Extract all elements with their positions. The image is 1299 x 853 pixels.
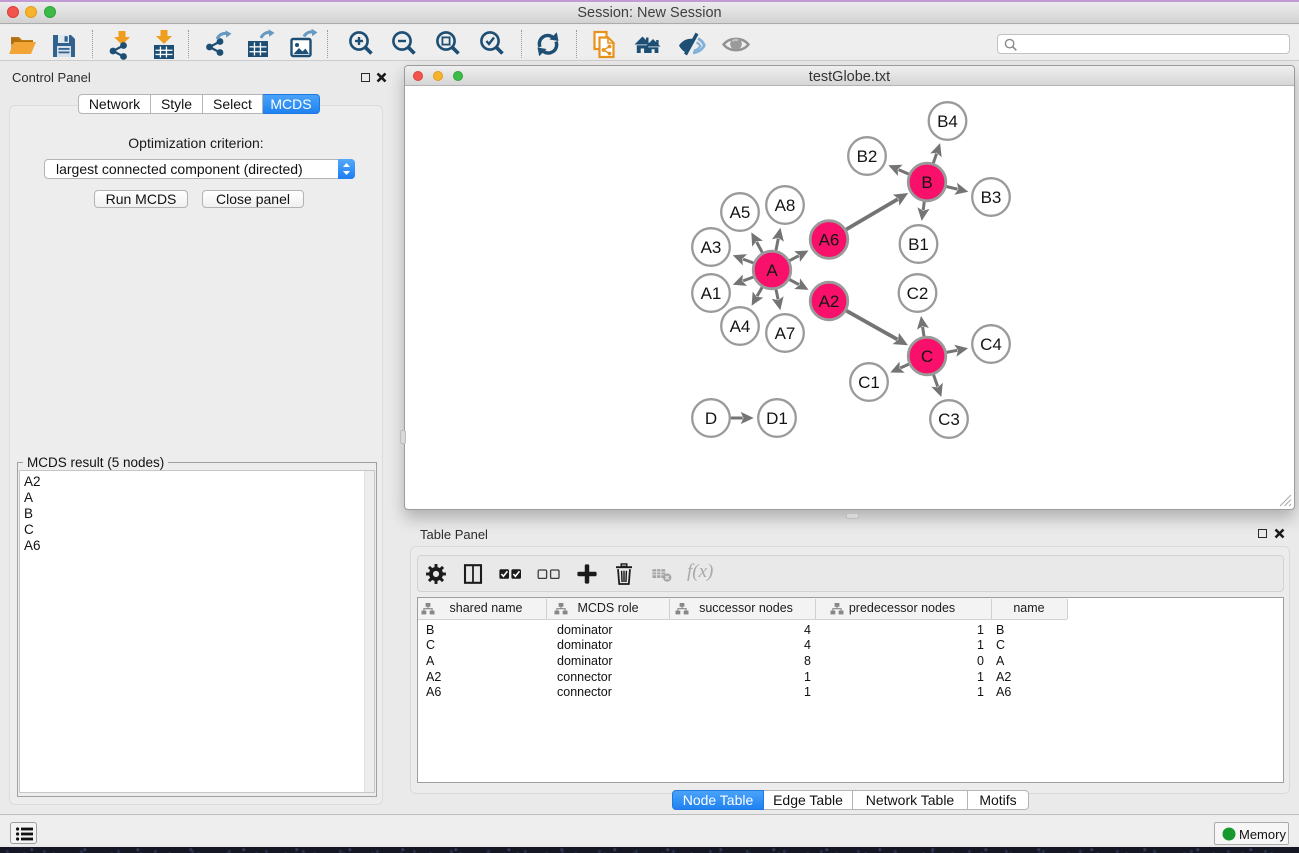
- svg-text:A7: A7: [775, 324, 796, 343]
- svg-text:A3: A3: [701, 238, 722, 257]
- svg-text:C3: C3: [938, 410, 960, 429]
- svg-text:A4: A4: [730, 317, 751, 336]
- svg-text:A2: A2: [819, 292, 840, 311]
- svg-text:A8: A8: [775, 196, 796, 215]
- svg-text:A: A: [766, 261, 778, 280]
- svg-text:C2: C2: [907, 284, 929, 303]
- svg-text:B: B: [921, 173, 932, 192]
- svg-text:B1: B1: [908, 235, 929, 254]
- svg-text:B4: B4: [937, 112, 958, 131]
- svg-text:B3: B3: [981, 188, 1002, 207]
- svg-text:A6: A6: [819, 231, 840, 250]
- svg-text:A1: A1: [701, 284, 722, 303]
- svg-text:D: D: [705, 409, 717, 428]
- svg-text:C1: C1: [858, 373, 880, 392]
- svg-text:C4: C4: [980, 335, 1002, 354]
- svg-text:A5: A5: [730, 203, 751, 222]
- svg-text:D1: D1: [766, 409, 788, 428]
- svg-text:B2: B2: [857, 147, 878, 166]
- svg-text:C: C: [921, 347, 933, 366]
